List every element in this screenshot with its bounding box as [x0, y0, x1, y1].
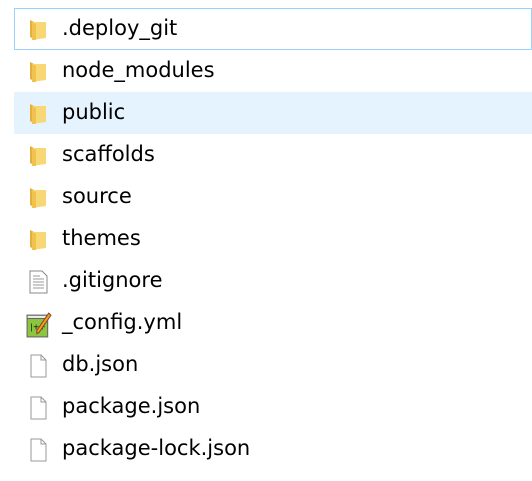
item-name: themes — [62, 226, 141, 250]
list-item[interactable]: .gitignore — [14, 260, 532, 302]
list-item[interactable]: .deploy_git — [14, 8, 532, 50]
item-name: public — [62, 100, 126, 124]
folder-icon — [26, 144, 50, 168]
list-item[interactable]: db.json — [14, 344, 532, 386]
item-name: node_modules — [62, 58, 215, 82]
list-item[interactable]: package.json — [14, 386, 532, 428]
blank-file-icon — [26, 438, 50, 462]
item-name: source — [62, 184, 132, 208]
list-item[interactable]: package-lock.json — [14, 428, 532, 470]
item-name: _config.yml — [62, 310, 183, 334]
folder-icon — [26, 186, 50, 210]
folder-icon — [26, 60, 50, 84]
text-file-icon — [26, 270, 50, 294]
folder-icon — [26, 228, 50, 252]
folder-icon — [26, 18, 50, 42]
list-item[interactable]: public — [14, 92, 532, 134]
item-name: db.json — [62, 352, 139, 376]
list-item[interactable]: themes — [14, 218, 532, 260]
list-item[interactable]: source — [14, 176, 532, 218]
notepadpp-file-icon: |++ — [26, 312, 52, 338]
item-name: package.json — [62, 394, 201, 418]
item-name: .deploy_git — [62, 16, 178, 40]
file-list: .deploy_git node_modulespublic scaffolds so… — [14, 8, 532, 470]
item-name: package-lock.json — [62, 436, 251, 460]
folder-icon — [26, 102, 50, 126]
item-name: scaffolds — [62, 142, 155, 166]
blank-file-icon — [26, 354, 50, 378]
list-item[interactable]: node_modules — [14, 50, 532, 92]
list-item[interactable]: scaffolds — [14, 134, 532, 176]
item-name: .gitignore — [62, 268, 163, 292]
list-item[interactable]: |++ _config.yml — [14, 302, 532, 344]
blank-file-icon — [26, 396, 50, 420]
